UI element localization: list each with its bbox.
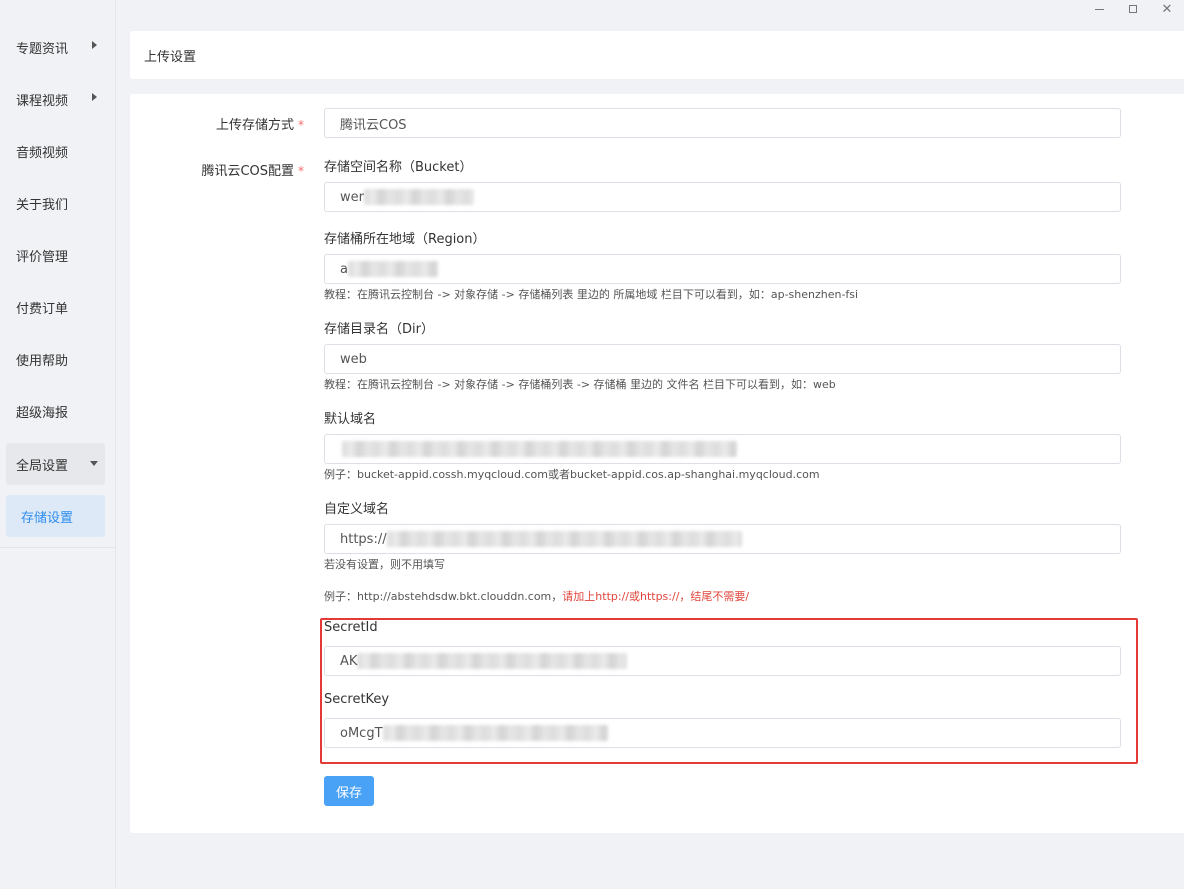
storage-method-select[interactable]: 腾讯云COS <box>324 108 1121 138</box>
sidebar: 专题资讯 课程视频 音频视频 关于我们 评价管理 付费订单 使用帮助 超级海报 … <box>0 0 116 889</box>
secret-id-value: AK <box>340 653 358 669</box>
settings-form: 上传存储方式 * 腾讯云COS 腾讯云COS配置 * 存储空间名称（Bucket） … <box>130 94 1184 833</box>
sidebar-item-label: 存储设置 <box>21 510 74 526</box>
page-title: 上传设置 <box>144 49 197 65</box>
sidebar-item-label: 全局设置 <box>16 458 69 474</box>
sidebar-divider <box>0 547 116 548</box>
sidebar-item-course-videos[interactable]: 课程视频 <box>6 78 105 120</box>
dir-input[interactable]: web <box>324 344 1121 374</box>
sidebar-item-audio-video[interactable]: 音频视频 <box>6 130 105 172</box>
custom-domain-example: 例子：http://abstehdsdw.bkt.clouddn.com，请加上… <box>324 588 749 604</box>
redacted-blur <box>363 189 474 205</box>
maximize-icon <box>1129 5 1137 13</box>
cos-config-label: 腾讯云COS配置 * <box>201 160 304 179</box>
sidebar-item-label: 超级海报 <box>16 405 69 421</box>
bucket-title: 存储空间名称（Bucket） <box>324 160 473 175</box>
default-domain-title: 默认域名 <box>324 412 377 427</box>
minimize-icon <box>1094 8 1104 10</box>
redacted-blur <box>386 531 742 547</box>
sidebar-item-label: 课程视频 <box>16 93 69 109</box>
dir-title: 存储目录名（Dir） <box>324 322 434 337</box>
redacted-blur <box>357 653 628 669</box>
region-hint: 教程：在腾讯云控制台 -> 对象存储 -> 存储桶列表 里边的 所属地域 栏目下… <box>324 288 859 301</box>
sidebar-item-label: 评价管理 <box>16 249 69 265</box>
custom-domain-example-text: 例子：http://abstehdsdw.bkt.clouddn.com， <box>324 590 563 603</box>
custom-domain-value: https:// <box>340 531 387 547</box>
custom-domain-hint: 若没有设置，则不用填写 <box>324 558 445 571</box>
region-title: 存储桶所在地域（Region） <box>324 232 486 247</box>
secret-id-title: SecretId <box>324 620 378 635</box>
custom-domain-warning: 请加上http://或https://，结尾不需要/ <box>562 590 750 603</box>
bucket-input[interactable]: wer <box>324 182 1121 212</box>
custom-domain-input[interactable]: https:// <box>324 524 1121 554</box>
redacted-blur <box>342 441 737 457</box>
secret-id-input[interactable]: AK <box>324 646 1121 676</box>
close-icon: ✕ <box>1161 1 1173 17</box>
sidebar-item-label: 使用帮助 <box>16 353 69 369</box>
sidebar-item-reviews[interactable]: 评价管理 <box>6 234 105 276</box>
chevron-right-icon <box>92 93 97 101</box>
sidebar-item-global-settings[interactable]: 全局设置 <box>6 443 105 485</box>
redacted-blur <box>382 725 608 741</box>
chevron-down-icon <box>90 461 98 466</box>
required-mark: * <box>298 164 304 178</box>
secret-key-input[interactable]: oMcgT <box>324 718 1121 748</box>
custom-domain-title: 自定义域名 <box>324 502 390 517</box>
cos-config-label-text: 腾讯云COS配置 <box>201 164 294 179</box>
storage-method-label-text: 上传存储方式 <box>215 118 294 133</box>
storage-method-label: 上传存储方式 * <box>216 114 304 133</box>
secret-key-value: oMcgT <box>340 725 383 741</box>
default-domain-hint: 例子：bucket-appid.cossh.myqcloud.com或者buck… <box>324 468 820 481</box>
close-button[interactable]: ✕ <box>1150 0 1184 18</box>
default-domain-input[interactable] <box>324 434 1121 464</box>
sidebar-item-help[interactable]: 使用帮助 <box>6 338 105 380</box>
window-controls: ✕ <box>1082 0 1184 18</box>
required-mark: * <box>298 118 304 132</box>
bucket-value: wer <box>340 189 364 205</box>
sidebar-item-paid-orders[interactable]: 付费订单 <box>6 286 105 328</box>
region-input[interactable]: a <box>324 254 1121 284</box>
dir-value: web <box>340 351 367 367</box>
save-button[interactable]: 保存 <box>324 776 374 806</box>
sidebar-item-label: 付费订单 <box>16 301 69 317</box>
sidebar-item-label: 关于我们 <box>16 197 69 213</box>
chevron-right-icon <box>92 41 97 49</box>
redacted-blur <box>347 261 438 277</box>
page-header: 上传设置 <box>130 31 1184 79</box>
storage-method-value: 腾讯云COS <box>340 117 407 133</box>
dir-hint: 教程：在腾讯云控制台 -> 对象存储 -> 存储桶列表 -> 存储桶 里边的 文… <box>324 378 836 391</box>
region-value: a <box>340 261 348 277</box>
sidebar-item-storage-settings[interactable]: 存储设置 <box>6 495 105 537</box>
minimize-button[interactable] <box>1082 0 1116 18</box>
sidebar-item-topics[interactable]: 专题资讯 <box>6 26 105 68</box>
secret-key-title: SecretKey <box>324 692 390 707</box>
maximize-button[interactable] <box>1116 0 1150 18</box>
sidebar-item-label: 专题资讯 <box>16 41 69 57</box>
sidebar-item-label: 音频视频 <box>16 145 69 161</box>
sidebar-item-super-poster[interactable]: 超级海报 <box>6 390 105 432</box>
sidebar-item-about-us[interactable]: 关于我们 <box>6 182 105 224</box>
